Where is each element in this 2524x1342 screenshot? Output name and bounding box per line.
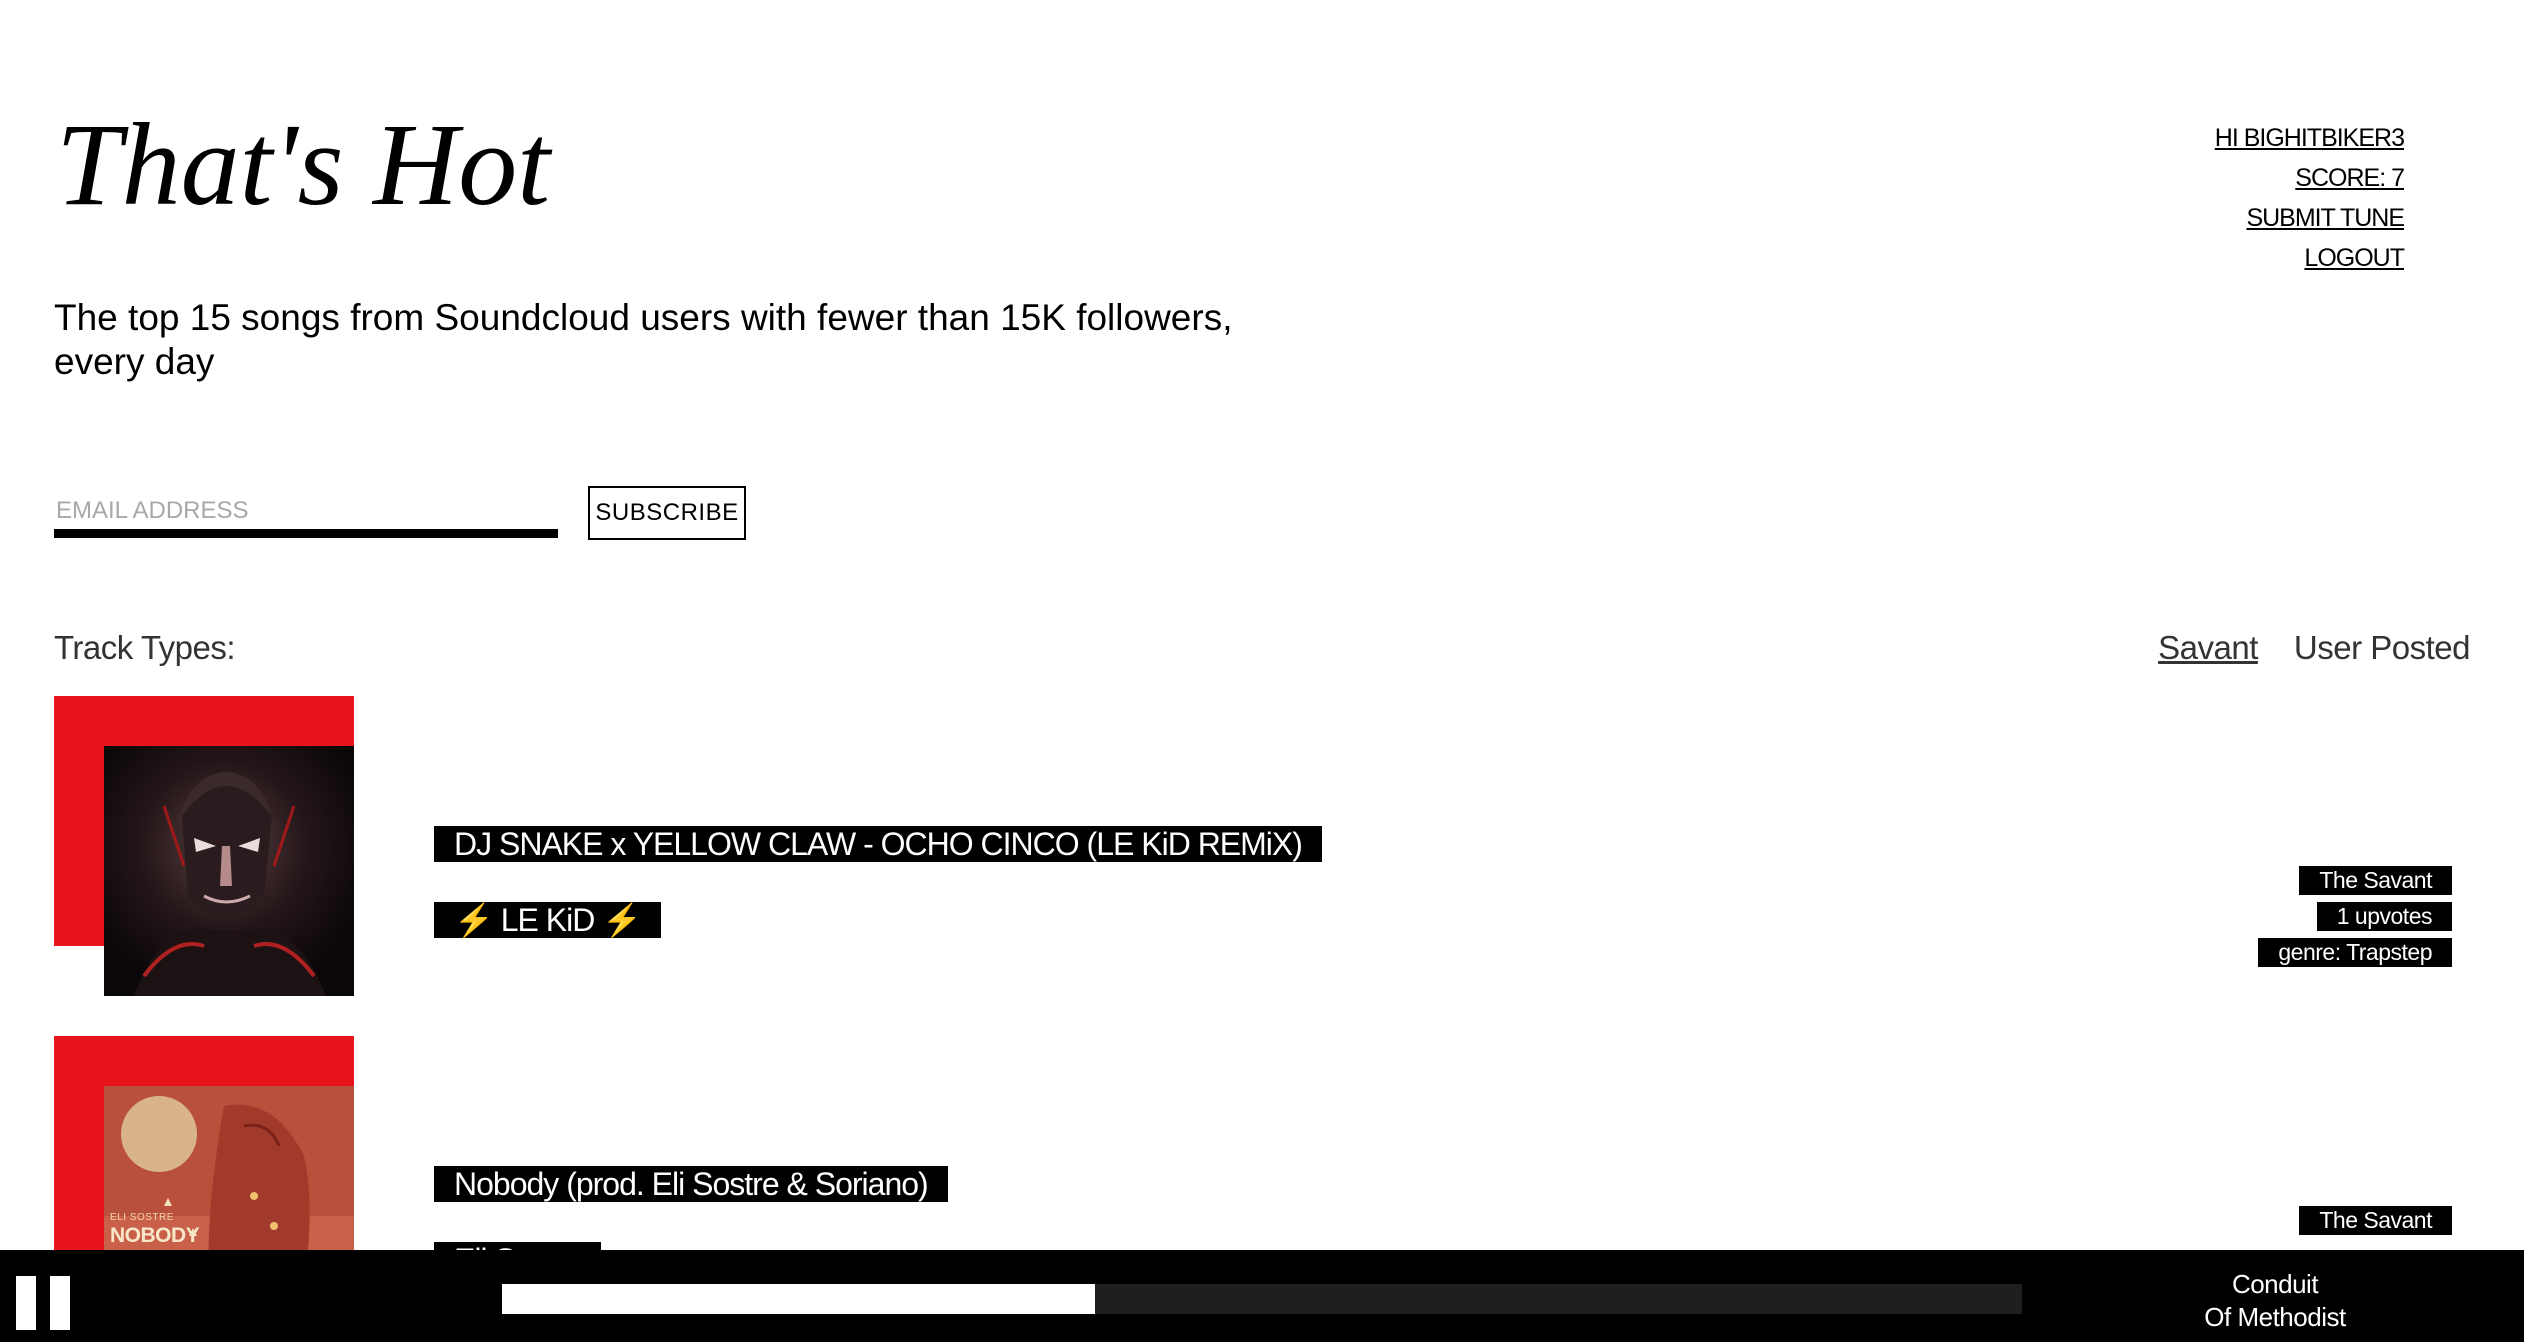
now-playing-artist: Of Methodist <box>2204 1302 2346 1332</box>
audio-player-bar: Conduit Of Methodist <box>0 1250 2524 1342</box>
artwork-caption-top: ELI SOSTRE <box>110 1212 174 1223</box>
email-input[interactable] <box>54 492 558 538</box>
track-type-filter: Savant User Posted <box>2122 626 2470 670</box>
now-playing: Conduit Of Methodist <box>2160 1268 2390 1334</box>
artwork-image <box>104 746 354 996</box>
artwork-caption-bottom: NOBODY <box>110 1224 200 1247</box>
user-nav: HI BIGHITBIKER3 SCORE: 7 SUBMIT TUNE LOG… <box>2215 118 2405 278</box>
track-title[interactable]: Nobody (prod. Eli Sostre & Soriano) <box>434 1166 948 1202</box>
track-row: DJ SNAKE x YELLOW CLAW - OCHO CINCO (LE … <box>54 696 2470 996</box>
progress-bar[interactable] <box>502 1284 2022 1314</box>
source-badge: The Savant <box>2299 1206 2452 1235</box>
pause-icon[interactable] <box>16 1276 70 1330</box>
site-tagline: The top 15 songs from Soundcloud users w… <box>54 297 1233 382</box>
filter-user-posted-link[interactable]: User Posted <box>2294 629 2471 666</box>
source-badge: The Savant <box>2299 866 2452 895</box>
track-title[interactable]: DJ SNAKE x YELLOW CLAW - OCHO CINCO (LE … <box>434 826 1322 862</box>
genre-badge: genre: Trapstep <box>2258 938 2452 967</box>
track-artist[interactable]: ⚡ LE KiD ⚡ <box>434 902 662 938</box>
subscribe-button[interactable]: SUBSCRIBE <box>588 486 746 540</box>
now-playing-title: Conduit <box>2231 1269 2319 1299</box>
submit-tune-link[interactable]: SUBMIT TUNE <box>2215 198 2405 238</box>
progress-fill <box>502 1284 1095 1314</box>
track-meta: The Savant <box>2299 1206 2452 1242</box>
filter-savant-link[interactable]: Savant <box>2158 629 2258 666</box>
upvotes-badge[interactable]: 1 upvotes <box>2316 902 2452 931</box>
track-artwork[interactable] <box>54 696 354 996</box>
track-meta: The Savant 1 upvotes genre: Trapstep <box>2258 866 2452 974</box>
user-greeting-link[interactable]: HI BIGHITBIKER3 <box>2215 118 2405 158</box>
logout-link[interactable]: LOGOUT <box>2215 238 2405 278</box>
track-types-label: Track Types: <box>54 629 236 666</box>
user-score-link[interactable]: SCORE: 7 <box>2215 158 2405 198</box>
site-title: That's Hot <box>56 99 551 230</box>
